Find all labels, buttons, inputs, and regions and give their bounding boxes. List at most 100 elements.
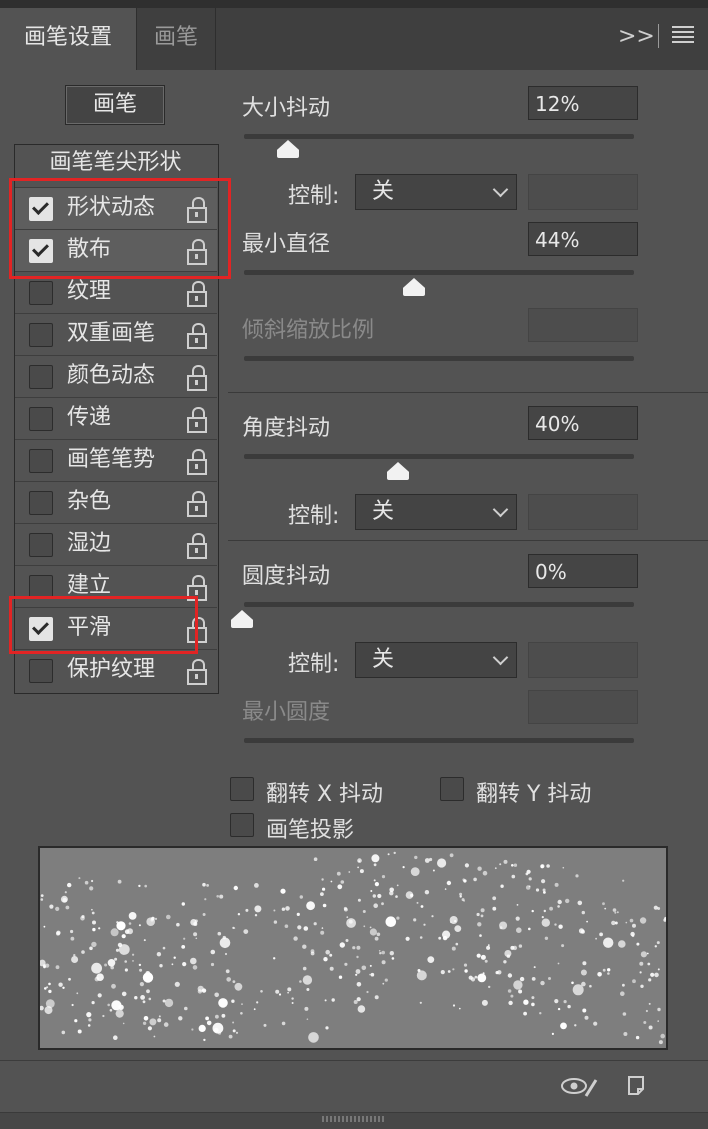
size-jitter-input[interactable]: 12%	[528, 86, 638, 120]
brush-dab	[67, 882, 72, 888]
angle-control-select[interactable]: 关	[355, 494, 517, 530]
brush-dab	[510, 945, 515, 950]
noise-checkbox[interactable]	[29, 491, 53, 515]
brush-pose-checkbox[interactable]	[29, 449, 53, 473]
brush-dab	[373, 903, 379, 908]
lock-icon[interactable]	[187, 449, 207, 475]
brush-dab	[370, 890, 373, 892]
list-item-color-dynamics[interactable]: 颜色动态	[15, 355, 217, 397]
brush-dab	[544, 936, 549, 940]
list-item-transfer[interactable]: 传递	[15, 397, 217, 439]
roundness-jitter-input[interactable]: 0%	[528, 554, 638, 588]
list-item-wet-edges[interactable]: 湿边	[15, 523, 217, 565]
brush-dab	[531, 909, 534, 913]
brush-dab	[541, 916, 544, 919]
brush-dab	[109, 1009, 113, 1012]
angle-jitter-input[interactable]: 40%	[528, 406, 638, 440]
collapse-panel-icon[interactable]: >>	[618, 22, 655, 52]
flip-y-checkbox[interactable]	[440, 777, 464, 801]
brush-dab	[357, 898, 361, 902]
brush-dab	[146, 989, 150, 994]
min-diameter-input[interactable]: 44%	[528, 222, 638, 256]
brush-dab	[61, 1030, 66, 1035]
brush-dab	[56, 930, 61, 935]
list-item-brush-pose[interactable]: 画笔笔势	[15, 439, 217, 481]
brush-dab	[346, 916, 349, 919]
brush-dab	[554, 882, 559, 887]
brush-dab	[405, 936, 410, 941]
brush-dab	[362, 910, 366, 913]
roundness-jitter-slider[interactable]	[244, 602, 634, 607]
resize-grip-icon[interactable]	[322, 1116, 384, 1122]
color-dynamics-checkbox[interactable]	[29, 365, 53, 389]
list-item-label: 双重画笔	[67, 321, 156, 346]
brush-dab	[531, 1002, 535, 1007]
brush-dab	[377, 893, 382, 899]
brush-dab	[402, 866, 405, 869]
brush-dab	[198, 1024, 206, 1032]
brush-dab	[631, 934, 635, 938]
brush-dab	[313, 922, 317, 926]
size-jitter-slider[interactable]	[244, 134, 634, 139]
brush-dab	[48, 982, 51, 986]
list-item-label: 颜色动态	[67, 363, 156, 388]
list-item-protect-texture[interactable]: 保护纹理	[15, 649, 217, 691]
lock-icon[interactable]	[187, 659, 207, 685]
brush-dab	[299, 895, 303, 899]
brush-dab	[218, 998, 228, 1008]
lock-icon[interactable]	[187, 281, 207, 307]
brush-dab	[625, 921, 628, 924]
lock-icon[interactable]	[187, 407, 207, 433]
wet-edges-checkbox[interactable]	[29, 533, 53, 557]
brush-presets-button[interactable]: 画笔	[65, 85, 165, 125]
tab-brushes[interactable]: 画笔	[137, 8, 216, 70]
brush-dab	[89, 886, 94, 891]
brush-dab	[214, 992, 219, 998]
brush-dab	[127, 928, 133, 935]
transfer-checkbox[interactable]	[29, 407, 53, 431]
brush-dab	[206, 1020, 212, 1026]
dual-brush-checkbox[interactable]	[29, 323, 53, 347]
brush-dab	[97, 993, 102, 998]
size-control-select[interactable]: 关	[355, 174, 517, 210]
brush-dab	[139, 968, 143, 972]
protect-texture-checkbox[interactable]	[29, 659, 53, 683]
eye-brush-icon[interactable]	[560, 1074, 598, 1098]
brush-dab	[91, 911, 95, 915]
brush-dab	[308, 1032, 319, 1043]
brush-dab	[232, 980, 236, 983]
brush-dab	[414, 855, 418, 860]
brush-dab	[562, 866, 565, 869]
lock-icon[interactable]	[187, 323, 207, 349]
texture-checkbox[interactable]	[29, 281, 53, 305]
tab-brush-settings[interactable]: 画笔设置	[0, 8, 137, 70]
scatter-stroke-preview	[40, 851, 666, 1045]
lock-icon[interactable]	[187, 533, 207, 559]
list-item-noise[interactable]: 杂色	[15, 481, 217, 523]
brush-dab	[647, 962, 651, 966]
brush-dab	[88, 1018, 92, 1022]
brush-dab	[473, 877, 477, 882]
brush-dab	[657, 1020, 659, 1022]
lock-icon[interactable]	[187, 365, 207, 391]
list-item-dual-brush[interactable]: 双重画笔	[15, 313, 217, 355]
lock-icon[interactable]	[187, 491, 207, 517]
new-preset-icon[interactable]	[626, 1074, 648, 1098]
brush-dab	[71, 956, 79, 963]
panel-menu-icon[interactable]	[672, 26, 694, 44]
brush-dab	[176, 922, 180, 927]
brush-dab	[557, 1007, 561, 1011]
brush-dab	[656, 941, 660, 945]
brush-dab	[482, 972, 485, 975]
brush-dab	[144, 884, 147, 888]
brush-dab	[653, 905, 658, 910]
brush-projection-checkbox[interactable]	[230, 813, 254, 837]
min-diameter-slider[interactable]	[244, 270, 634, 275]
flip-x-checkbox[interactable]	[230, 777, 254, 801]
brush-dab	[611, 920, 616, 926]
brush-dab	[387, 853, 390, 856]
brush-dab	[345, 939, 349, 942]
roundness-control-select[interactable]: 关	[355, 642, 517, 678]
angle-jitter-slider[interactable]	[244, 454, 634, 459]
brush-dab	[381, 950, 386, 955]
